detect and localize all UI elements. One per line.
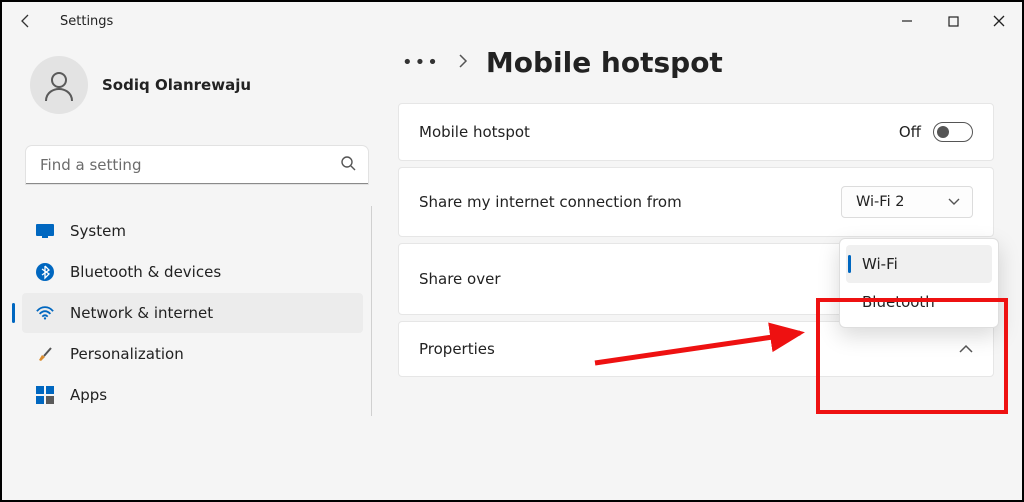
hotspot-state-text: Off xyxy=(899,123,921,141)
arrow-left-icon xyxy=(18,13,34,29)
share-over-dropdown: Wi-Fi Bluetooth xyxy=(839,238,999,328)
search-input[interactable] xyxy=(26,146,368,184)
share-from-label: Share my internet connection from xyxy=(419,193,682,211)
sidebar-item-network[interactable]: Network & internet xyxy=(22,293,363,333)
maximize-button[interactable] xyxy=(930,6,976,36)
sidebar-item-personalization[interactable]: Personalization xyxy=(22,334,363,374)
chevron-right-icon xyxy=(458,52,468,73)
sidebar-item-bluetooth[interactable]: Bluetooth & devices xyxy=(22,252,363,292)
share-from-card: Share my internet connection from Wi-Fi … xyxy=(398,167,994,237)
chevron-up-icon xyxy=(959,344,973,354)
breadcrumb-more-button[interactable]: ••• xyxy=(402,52,440,73)
search-icon xyxy=(340,155,356,175)
profile-block[interactable]: Sodiq Olanrewaju xyxy=(22,52,384,128)
share-from-select[interactable]: Wi-Fi 2 xyxy=(841,186,973,218)
sidebar-item-apps[interactable]: Apps xyxy=(22,375,363,415)
user-icon xyxy=(42,68,76,102)
sidebar-item-label: Personalization xyxy=(70,345,184,363)
window-title: Settings xyxy=(60,14,113,29)
share-over-card: Share over Wi-Fi Bluetooth xyxy=(398,243,994,315)
hotspot-label: Mobile hotspot xyxy=(419,123,530,141)
chevron-down-icon xyxy=(948,198,960,206)
close-icon xyxy=(993,15,1005,27)
sidebar-item-label: System xyxy=(70,222,126,240)
selection-indicator xyxy=(12,303,15,323)
maximize-icon xyxy=(948,16,959,27)
display-icon xyxy=(36,222,54,240)
back-button[interactable] xyxy=(10,5,42,37)
sidebar-item-system[interactable]: System xyxy=(22,211,363,251)
bluetooth-icon xyxy=(36,263,54,281)
breadcrumb: ••• Mobile hotspot xyxy=(398,40,994,103)
hotspot-toggle-card: Mobile hotspot Off xyxy=(398,103,994,161)
share-over-option-wifi[interactable]: Wi-Fi xyxy=(846,245,992,283)
paintbrush-icon xyxy=(36,345,54,363)
share-over-label: Share over xyxy=(419,270,501,288)
sidebar-item-label: Network & internet xyxy=(70,304,213,322)
minimize-icon xyxy=(901,15,913,27)
share-over-option-bluetooth[interactable]: Bluetooth xyxy=(846,283,992,321)
page-title: Mobile hotspot xyxy=(486,46,723,79)
hotspot-toggle[interactable] xyxy=(933,122,973,142)
minimize-button[interactable] xyxy=(884,6,930,36)
sidebar-item-label: Apps xyxy=(70,386,107,404)
close-button[interactable] xyxy=(976,6,1022,36)
properties-card[interactable]: Properties xyxy=(398,321,994,377)
profile-name: Sodiq Olanrewaju xyxy=(102,76,251,94)
sidebar-item-label: Bluetooth & devices xyxy=(70,263,221,281)
properties-label: Properties xyxy=(419,340,495,358)
wifi-icon xyxy=(36,304,54,322)
share-from-value: Wi-Fi 2 xyxy=(856,194,904,210)
apps-icon xyxy=(36,386,54,404)
avatar xyxy=(30,56,88,114)
